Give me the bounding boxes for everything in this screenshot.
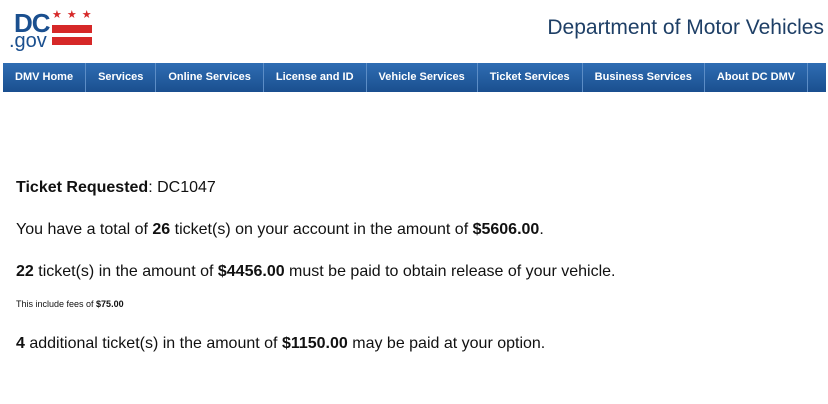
- total-suffix: .: [539, 221, 544, 238]
- nav-services[interactable]: Services: [86, 63, 157, 92]
- release-tickets-line: 22 ticket(s) in the amount of $4456.00 m…: [16, 262, 816, 282]
- total-middle: ticket(s) on your account in the amount …: [170, 221, 473, 238]
- total-count: 26: [152, 221, 171, 238]
- additional-count: 4: [16, 335, 25, 352]
- fees-note: This include fees of $75.00: [16, 298, 816, 310]
- ticket-requested-line: Ticket Requested: DC1047: [16, 178, 816, 198]
- ticket-requested-label: Ticket Requested: [16, 179, 149, 196]
- ticket-requested-separator: :: [148, 179, 158, 196]
- nav-ticket-services[interactable]: Ticket Services: [478, 63, 583, 92]
- main-nav: DMV Home Services Online Services Licens…: [3, 63, 826, 92]
- nav-vehicle-services[interactable]: Vehicle Services: [367, 63, 478, 92]
- additional-amount: $1150.00: [281, 335, 348, 352]
- release-suffix: must be paid to obtain release of your v…: [284, 263, 616, 280]
- additional-tickets-line: 4 additional ticket(s) in the amount of …: [16, 334, 816, 354]
- logo-gov-text: .gov: [9, 30, 47, 52]
- additional-suffix: may be paid at your option.: [347, 335, 546, 352]
- total-amount: $5606.00: [472, 221, 540, 238]
- additional-middle: additional ticket(s) in the amount of: [24, 335, 282, 352]
- nav-license-and-id[interactable]: License and ID: [264, 63, 367, 92]
- logo-stripe-bottom: [52, 37, 92, 45]
- nav-about-dc-dmv[interactable]: About DC DMV: [705, 63, 809, 92]
- nav-business-services[interactable]: Business Services: [583, 63, 705, 92]
- total-tickets-line: You have a total of 26 ticket(s) on your…: [16, 220, 816, 240]
- fees-amount: $75.00: [96, 299, 124, 309]
- logo-stripe-top: [52, 25, 92, 33]
- site-header: DC .gov ★★★ Department of Motor Vehicles: [0, 0, 828, 62]
- logo-stars: ★★★: [52, 9, 97, 21]
- total-prefix: You have a total of: [16, 221, 153, 238]
- release-middle: ticket(s) in the amount of: [33, 263, 218, 280]
- dc-gov-logo[interactable]: DC .gov ★★★: [6, 6, 98, 52]
- release-amount: $4456.00: [217, 263, 285, 280]
- nav-online-services[interactable]: Online Services: [156, 63, 264, 92]
- nav-dmv-home[interactable]: DMV Home: [3, 63, 87, 92]
- ticket-summary: Ticket Requested: DC1047 You have a tota…: [16, 178, 816, 376]
- release-count: 22: [16, 263, 34, 280]
- department-title: Department of Motor Vehicles: [547, 16, 824, 39]
- fees-prefix: This include fees of: [16, 299, 97, 309]
- ticket-requested-value: DC1047: [157, 179, 216, 196]
